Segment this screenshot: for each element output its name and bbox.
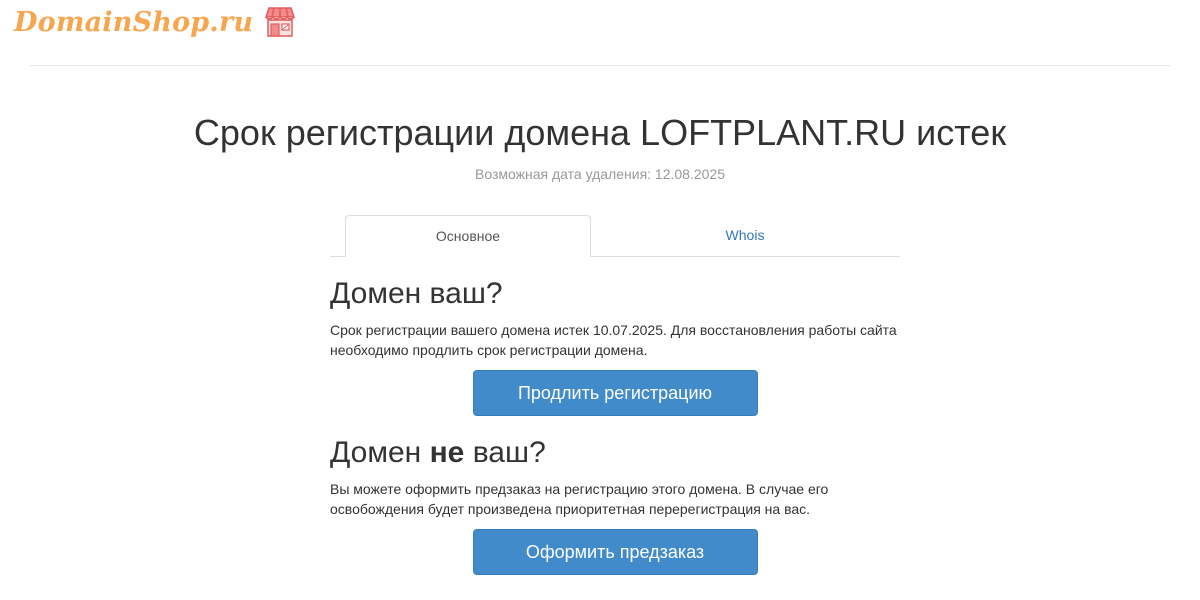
not-owner-heading: Домен не ваш?	[330, 435, 900, 471]
owner-heading: Домен ваш?	[330, 277, 503, 310]
not-owner-text: Вы можете оформить предзаказ на регистра…	[330, 481, 829, 517]
not-owner-heading-emphasis: не	[429, 436, 465, 469]
header-divider	[30, 65, 1170, 66]
owner-text: Срок регистрации вашего домена истек 10.…	[330, 322, 897, 358]
page-title: Срок регистрации домена LOFTPLANT.RU ист…	[193, 112, 1007, 153]
owner-section: Домен ваш? Срок регистрации вашего домен…	[330, 276, 900, 416]
tab-bar: Основное Whois	[330, 215, 900, 257]
not-owner-heading-end: ваш?	[464, 436, 546, 469]
preorder-button[interactable]: Оформить предзаказ	[472, 529, 758, 575]
not-owner-section: Домен не ваш? Вы можете оформить предзак…	[330, 435, 900, 575]
site-header: DomainShop.ru	[0, 0, 1200, 66]
tab-main[interactable]: Основное	[345, 215, 591, 257]
tab-whois[interactable]: Whois	[620, 215, 870, 257]
logo-link[interactable]: DomainShop.ru	[14, 6, 297, 38]
not-owner-heading-start: Домен	[330, 436, 430, 469]
deletion-date: Возможная дата удаления: 12.08.2025	[475, 166, 725, 182]
renew-registration-button[interactable]: Продлить регистрацию	[472, 370, 758, 416]
logo-text: DomainShop.ru	[14, 6, 254, 38]
storefront-icon	[263, 6, 297, 38]
